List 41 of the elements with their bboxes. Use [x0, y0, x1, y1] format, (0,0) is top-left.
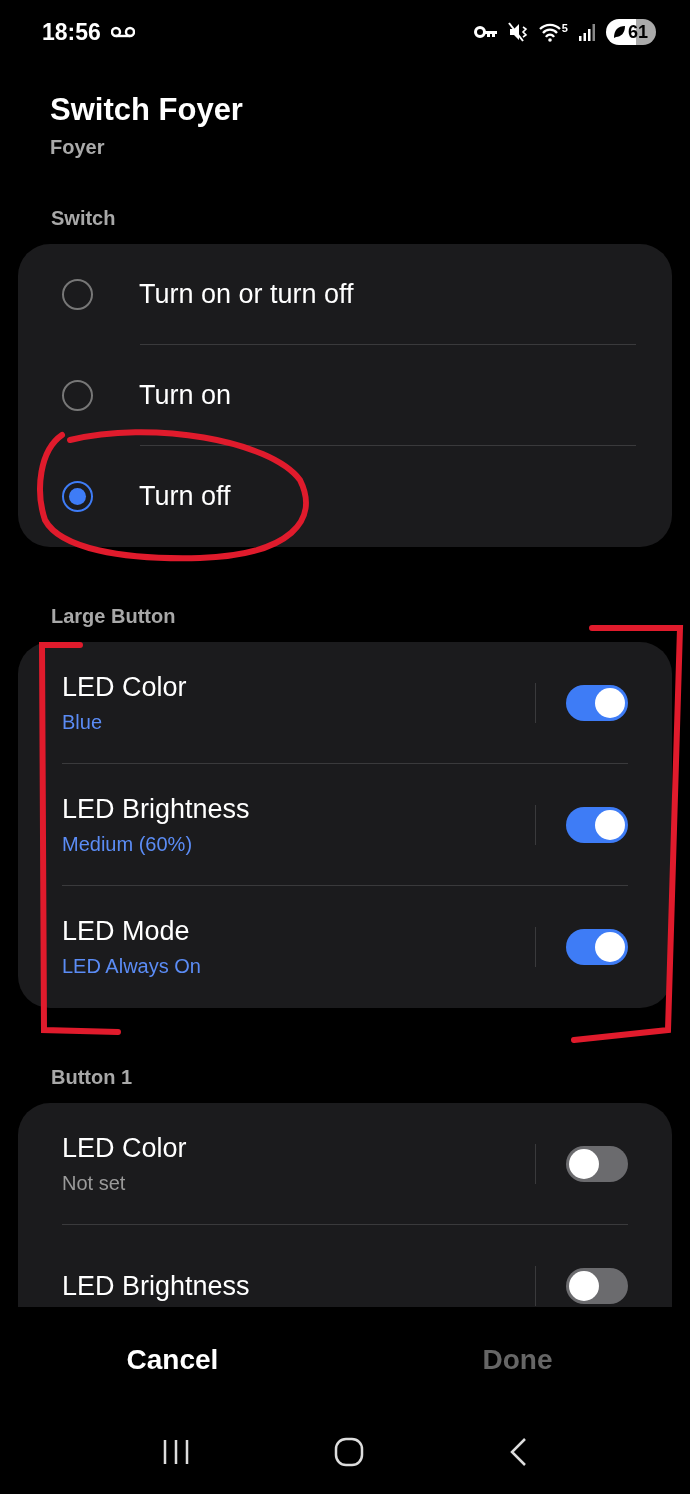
- mute-icon: [507, 22, 528, 42]
- toggle-switch[interactable]: [566, 1268, 628, 1304]
- wifi-band-label: 5: [561, 22, 568, 34]
- voicemail-icon: [110, 26, 135, 38]
- toggle-switch[interactable]: [566, 807, 628, 843]
- setting-title: LED Mode: [62, 916, 191, 947]
- radio-button[interactable]: [62, 481, 93, 512]
- setting-value: Not set: [62, 1172, 127, 1195]
- option-label: Turn off: [139, 481, 231, 512]
- radio-button[interactable]: [62, 380, 93, 411]
- setting-title: LED Brightness: [62, 1270, 251, 1302]
- clock-time: 18:56: [42, 18, 101, 46]
- setting-value: LED Always On: [62, 955, 202, 978]
- setting-value: Blue: [62, 711, 104, 734]
- radio-button[interactable]: [62, 279, 93, 310]
- setting-title: LED Color: [62, 672, 188, 703]
- radio-option[interactable]: Turn on: [18, 345, 672, 446]
- option-label: Turn on: [139, 380, 232, 411]
- key-icon: [473, 25, 498, 39]
- action-button[interactable]: Cancel: [0, 1335, 345, 1384]
- home-icon[interactable]: [334, 1437, 364, 1467]
- option-label: Turn on or turn off: [139, 279, 354, 310]
- setting-title: LED Brightness: [62, 794, 251, 825]
- back-icon[interactable]: [508, 1437, 528, 1467]
- battery-percent: 61: [627, 21, 648, 43]
- section-label: Button 1: [50, 1066, 134, 1089]
- toggle-switch[interactable]: [566, 929, 628, 965]
- wifi-icon: [537, 22, 562, 42]
- section-label: Large Button: [50, 605, 177, 628]
- toggle-switch[interactable]: [566, 1146, 628, 1182]
- radio-option[interactable]: Turn off: [18, 446, 672, 547]
- page-title: Switch Foyer: [50, 92, 244, 128]
- leaf-icon: [611, 25, 626, 39]
- setting-value: Medium (60%): [62, 833, 194, 856]
- setting-title: LED Color: [62, 1133, 188, 1164]
- recents-icon[interactable]: [162, 1439, 190, 1465]
- section-label: Switch: [50, 207, 117, 230]
- signal-icon: [577, 22, 596, 42]
- page-subtitle: Foyer: [50, 136, 106, 159]
- radio-option[interactable]: Turn on or turn off: [18, 244, 672, 345]
- toggle-switch[interactable]: [566, 685, 628, 721]
